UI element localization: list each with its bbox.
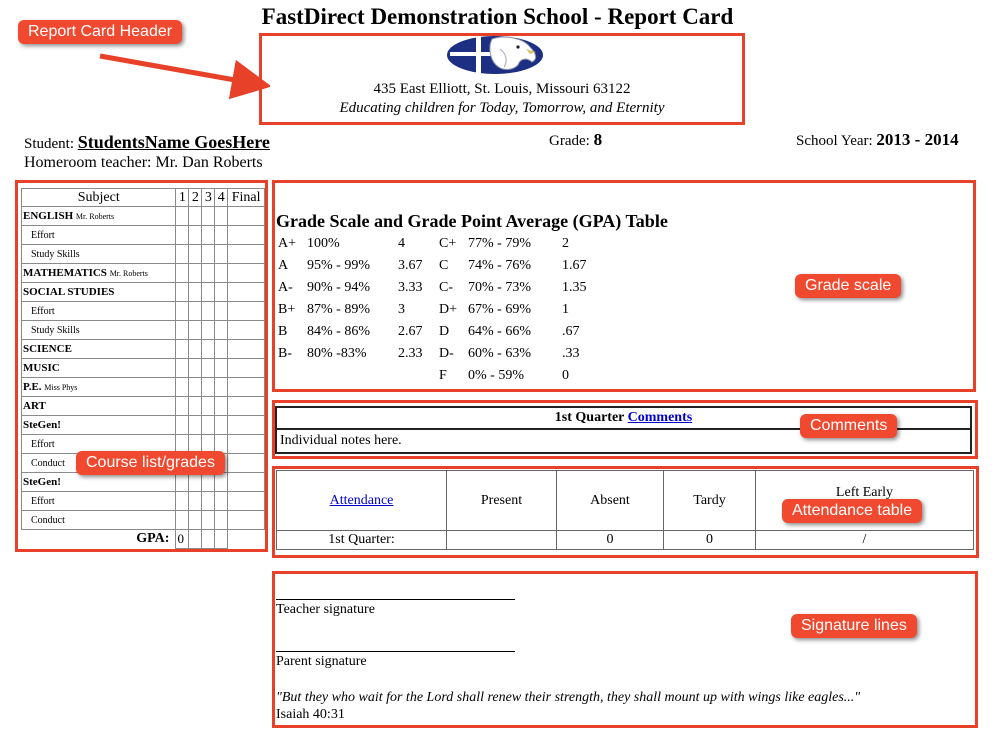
- student-name-line: Student: StudentsName GoesHere: [24, 132, 270, 153]
- school-year-value: 2013 - 2014: [876, 130, 959, 149]
- student-name: StudentsName GoesHere: [77, 132, 270, 152]
- grade-label: Grade:: [549, 133, 590, 149]
- homeroom-teacher: Mr. Dan Roberts: [155, 154, 263, 171]
- callout-comments: Comments: [800, 414, 898, 438]
- grade-line: Grade: 8: [549, 130, 602, 150]
- school-year-label: School Year:: [796, 133, 873, 149]
- school-year-line: School Year: 2013 - 2014: [796, 130, 959, 150]
- signature-highlight-box: [272, 571, 978, 728]
- grade-value: 8: [593, 130, 603, 149]
- homeroom-label: Homeroom teacher:: [24, 154, 152, 171]
- callout-grade-scale: Grade scale: [795, 274, 902, 298]
- header-highlight-box: [259, 33, 745, 125]
- course-list-highlight-box: [15, 180, 268, 552]
- callout-signatures: Signature lines: [791, 614, 917, 638]
- homeroom-line: Homeroom teacher: Mr. Dan Roberts: [24, 154, 263, 172]
- callout-report-header: Report Card Header: [18, 20, 183, 44]
- callout-course-list: Course list/grades: [76, 451, 225, 475]
- arrow-icon: [99, 53, 270, 100]
- student-name-label: Student:: [24, 136, 75, 152]
- callout-attendance: Attendance table: [782, 499, 923, 523]
